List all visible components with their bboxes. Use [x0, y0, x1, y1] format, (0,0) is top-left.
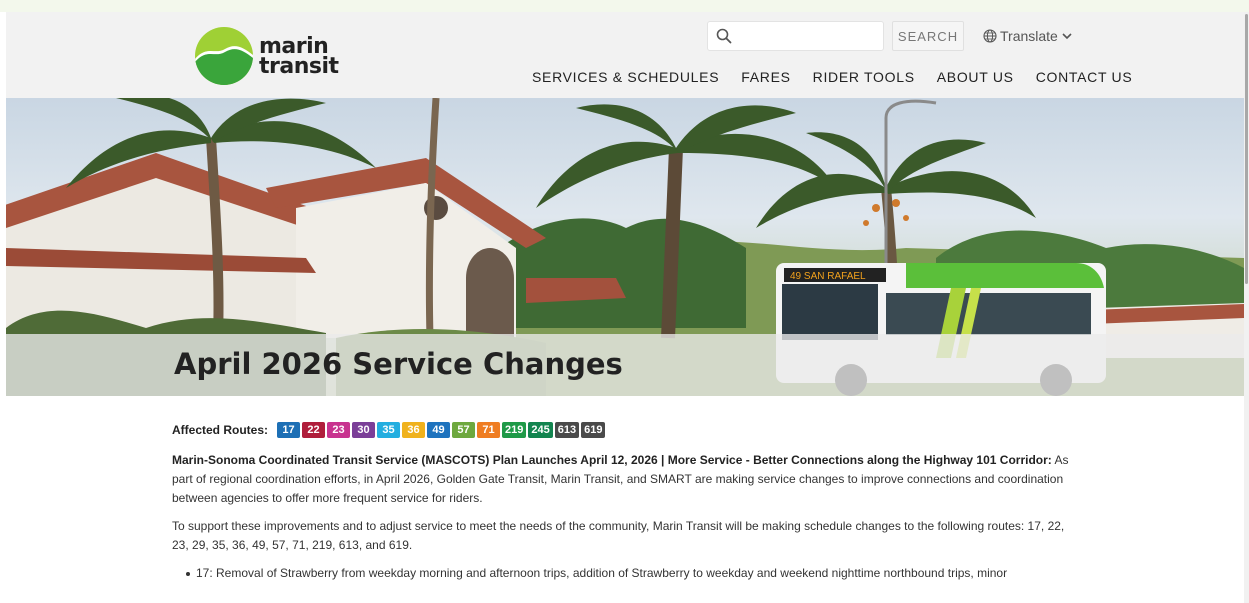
route-badge-57[interactable]: 57: [452, 422, 476, 438]
search-box: [707, 21, 884, 51]
site-header: marin transit SEARCH Translate SERVICES …: [6, 12, 1244, 98]
page-title: April 2026 Service Changes: [174, 347, 623, 381]
logo-line-2: transit: [259, 54, 339, 79]
search-icon: [716, 28, 732, 44]
bus-destination-sign: 49 SAN RAFAEL: [790, 271, 866, 282]
nav-about-us[interactable]: ABOUT US: [937, 69, 1014, 85]
route-badge-613[interactable]: 613: [554, 422, 580, 438]
affected-routes-label: Affected Routes:: [172, 422, 269, 437]
route-badge-23[interactable]: 23: [327, 422, 351, 438]
hero-banner: 49 SAN RAFAEL April 2026 Service Changes: [6, 98, 1244, 396]
route-badge-17[interactable]: 17: [277, 422, 301, 438]
schedule-changes-paragraph: To support these improvements and to adj…: [172, 519, 1065, 552]
route-badge-36[interactable]: 36: [402, 422, 426, 438]
route-badge-30[interactable]: 30: [352, 422, 376, 438]
top-strip: [0, 0, 1249, 12]
search-button[interactable]: SEARCH: [892, 21, 964, 51]
globe-icon: [983, 29, 997, 43]
nav-fares[interactable]: FARES: [741, 69, 790, 85]
logo-text: marin transit: [259, 36, 339, 79]
route-badge-245[interactable]: 245: [528, 422, 553, 438]
route-badge-71[interactable]: 71: [477, 422, 501, 438]
route-badge-219[interactable]: 219: [502, 422, 527, 438]
chevron-down-icon: [1062, 33, 1072, 40]
marin-transit-logo[interactable]: marin transit: [195, 27, 345, 87]
translate-dropdown[interactable]: Translate: [983, 26, 1073, 46]
nav-services-schedules[interactable]: SERVICES & SCHEDULES: [532, 69, 719, 85]
marin-transit-logo-icon: [195, 27, 253, 85]
nav-rider-tools[interactable]: RIDER TOOLS: [813, 69, 915, 85]
route-badge-619[interactable]: 619: [581, 422, 606, 438]
main-content: Affected Routes: 17 22 23 30 35 36 49 57…: [172, 420, 1082, 583]
intro-headline: Marin-Sonoma Coordinated Transit Service…: [172, 453, 1052, 467]
search-input[interactable]: [738, 26, 878, 46]
route-changes-list: 17: Removal of Strawberry from weekday m…: [172, 564, 1082, 583]
route-badge-22[interactable]: 22: [302, 422, 326, 438]
nav-contact-us[interactable]: CONTACT US: [1036, 69, 1133, 85]
scrollbar-thumb[interactable]: [1245, 14, 1248, 284]
translate-label: Translate: [1000, 28, 1058, 44]
route-badge-49[interactable]: 49: [427, 422, 451, 438]
affected-routes: Affected Routes: 17 22 23 30 35 36 49 57…: [172, 420, 1082, 440]
list-item: 17: Removal of Strawberry from weekday m…: [186, 564, 1082, 583]
intro-paragraph: Marin-Sonoma Coordinated Transit Service…: [172, 451, 1082, 508]
main-nav: SERVICES & SCHEDULES FARES RIDER TOOLS A…: [532, 69, 1132, 85]
route-badge-35[interactable]: 35: [377, 422, 401, 438]
